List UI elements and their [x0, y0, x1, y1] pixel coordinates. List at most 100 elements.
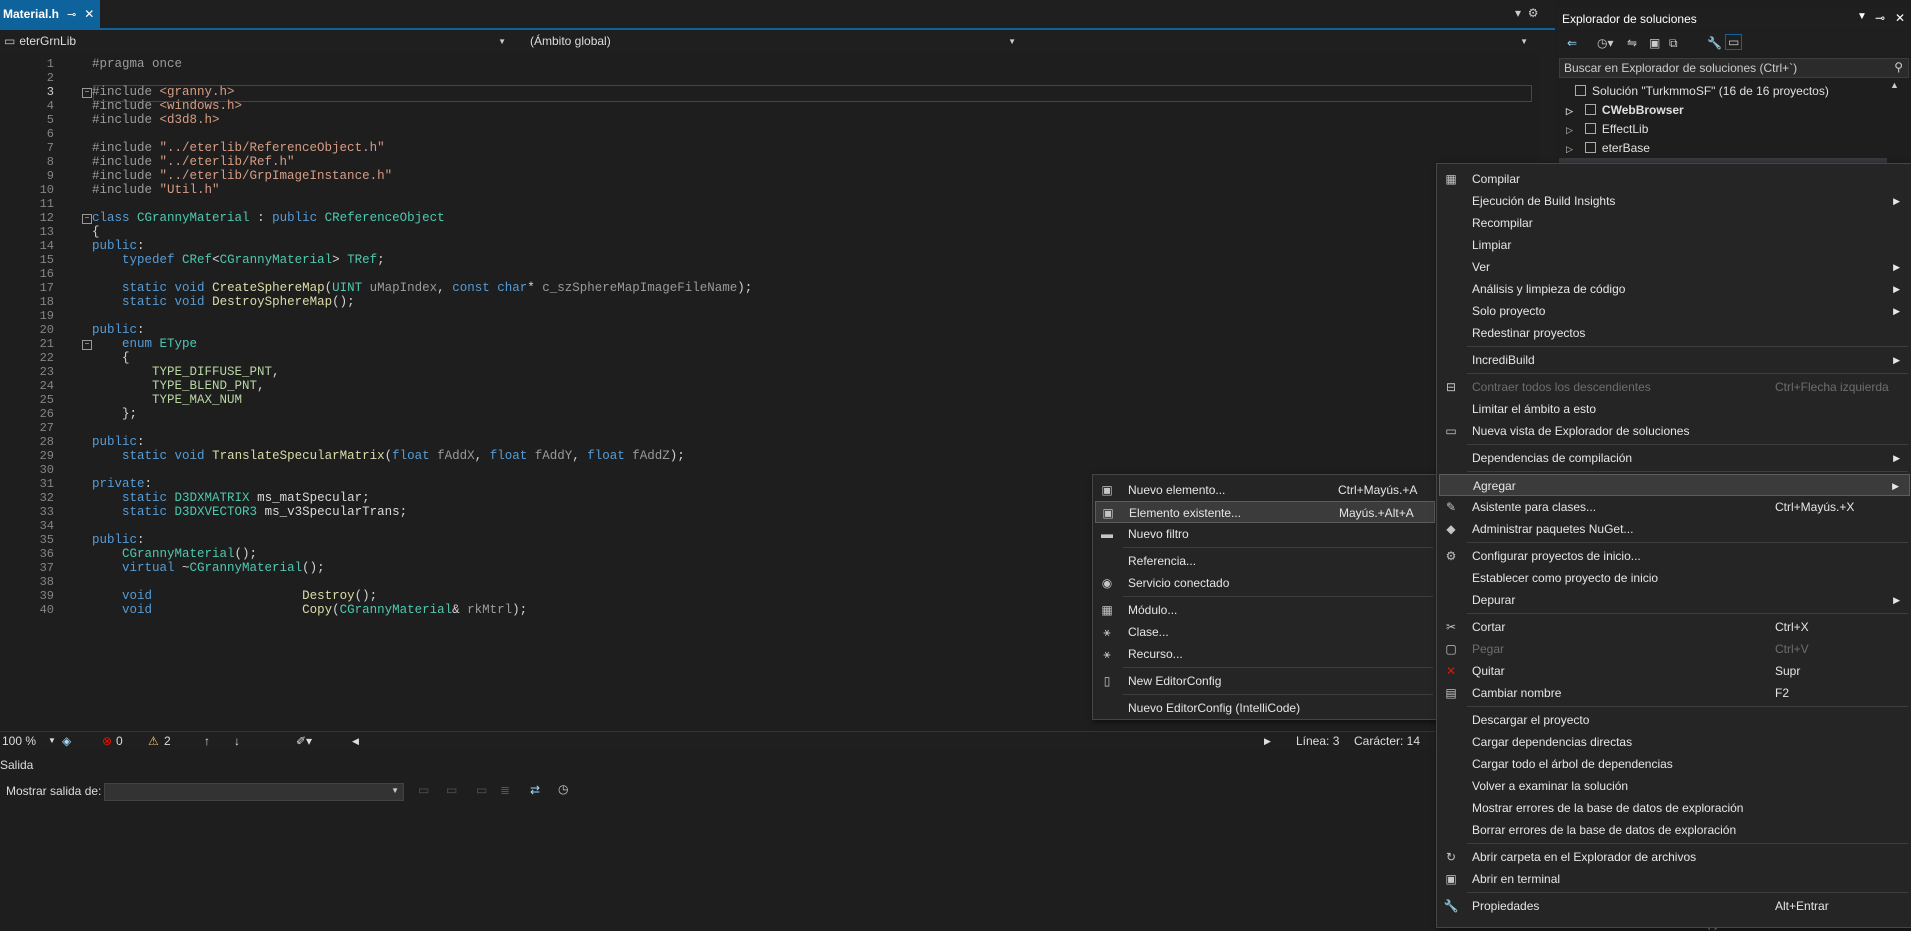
- code-line[interactable]: public:: [92, 435, 145, 449]
- word-wrap-icon[interactable]: ⇄: [530, 783, 540, 797]
- code-line[interactable]: };: [92, 407, 137, 421]
- code-line[interactable]: #include "Util.h": [92, 183, 220, 197]
- menu-item-redestinar-proyectos[interactable]: Redestinar proyectos: [1439, 322, 1910, 344]
- code-line[interactable]: private:: [92, 477, 152, 491]
- menu-item-clase[interactable]: ⚹ Clase...: [1095, 621, 1435, 643]
- menu-item-solo-proyecto[interactable]: Solo proyecto ▶: [1439, 300, 1910, 322]
- code-line[interactable]: #include "../eterlib/Ref.h": [92, 155, 295, 169]
- chevron-down-icon[interactable]: ▼: [1857, 11, 1867, 22]
- menu-item-cargar-dependencias-directas[interactable]: Cargar dependencias directas: [1439, 731, 1910, 753]
- warning-count[interactable]: 2: [164, 734, 171, 748]
- pin-icon[interactable]: ⊸: [1875, 11, 1885, 25]
- prev-message-icon[interactable]: ▭: [446, 783, 457, 797]
- close-icon[interactable]: ✕: [84, 7, 94, 21]
- chevron-right-icon[interactable]: ▷: [1566, 106, 1573, 116]
- code-line[interactable]: #include <granny.h>: [92, 85, 235, 99]
- code-line[interactable]: typedef CRef<CGrannyMaterial> TRef;: [92, 253, 385, 267]
- next-message-icon[interactable]: ▭: [476, 783, 487, 797]
- error-count[interactable]: 0: [116, 734, 123, 748]
- menu-item-establecer-como-proyecto-de-inicio[interactable]: Establecer como proyecto de inicio: [1439, 567, 1910, 589]
- menu-item-configurar-proyectos-de-inicio[interactable]: ⚙ Configurar proyectos de inicio...: [1439, 545, 1910, 567]
- wrench-icon[interactable]: 🔧: [1707, 36, 1722, 50]
- menu-item-borrar-errores-de-la-base-de-datos-de-exploracion[interactable]: Borrar errores de la base de datos de ex…: [1439, 819, 1910, 841]
- code-line[interactable]: CGrannyMaterial();: [92, 547, 257, 561]
- project-combo[interactable]: ▭ eterGrnLib ▼: [0, 32, 510, 50]
- menu-item-descargar-el-proyecto[interactable]: Descargar el proyecto: [1439, 709, 1910, 731]
- code-line[interactable]: static void TranslateSpecularMatrix(floa…: [92, 449, 685, 463]
- tree-item-project[interactable]: ▷ EffectLib: [1566, 122, 1648, 136]
- chevron-down-icon[interactable]: ▼: [48, 736, 56, 745]
- menu-item-asistente-para-clases[interactable]: ✎ Asistente para clases... Ctrl+Mayús.+X: [1439, 496, 1910, 518]
- sync-icon[interactable]: ⇋: [1627, 36, 1637, 50]
- scroll-right-icon[interactable]: ▶: [1264, 736, 1271, 747]
- code-line[interactable]: class CGrannyMaterial : public CReferenc…: [92, 211, 445, 225]
- code-line[interactable]: static D3DXVECTOR3 ms_v3SpecularTrans;: [92, 505, 407, 519]
- menu-item-limpiar[interactable]: Limpiar: [1439, 234, 1910, 256]
- menu-item-dependencias-de-compilacion[interactable]: Dependencias de compilación ▶: [1439, 447, 1910, 469]
- code-line[interactable]: TYPE_BLEND_PNT,: [92, 379, 265, 393]
- code-line[interactable]: #include <windows.h>: [92, 99, 242, 113]
- menu-item-elemento-existente[interactable]: ▣ Elemento existente... Mayús.+Alt+A: [1095, 501, 1435, 523]
- menu-item-ejecucion-de-build-insights[interactable]: Ejecución de Build Insights ▶: [1439, 190, 1910, 212]
- code-line[interactable]: #include <d3d8.h>: [92, 113, 220, 127]
- menu-item-mostrar-errores-de-la-base-de-datos-de-exploracion[interactable]: Mostrar errores de la base de datos de e…: [1439, 797, 1910, 819]
- code-line[interactable]: TYPE_MAX_NUM: [92, 393, 242, 407]
- fold-toggle-icon[interactable]: −: [82, 88, 92, 98]
- solution-search-input[interactable]: Buscar en Explorador de soluciones (Ctrl…: [1559, 58, 1909, 78]
- code-line[interactable]: void Copy(CGrannyMaterial& rkMtrl);: [92, 603, 527, 617]
- code-line[interactable]: static void DestroySphereMap();: [92, 295, 355, 309]
- menu-item-abrir-carpeta-en-el-explorador-de-archivos[interactable]: ↻ Abrir carpeta en el Explorador de archi…: [1439, 846, 1910, 868]
- tree-item-project[interactable]: ▷ CWebBrowser: [1566, 103, 1684, 117]
- menu-item-cambiar-nombre[interactable]: ▤ Cambiar nombre F2: [1439, 682, 1910, 704]
- fold-toggle-icon[interactable]: −: [82, 340, 92, 350]
- menu-item-limitar-el-ambito-a-esto[interactable]: Limitar el ámbito a esto: [1439, 398, 1910, 420]
- arrow-down-icon[interactable]: ↓: [234, 734, 240, 748]
- menu-item-administrar-paquetes-nuget[interactable]: ◆ Administrar paquetes NuGet...: [1439, 518, 1910, 540]
- pin-icon[interactable]: ⊸: [67, 8, 76, 21]
- code-line[interactable]: static void CreateSphereMap(UINT uMapInd…: [92, 281, 752, 295]
- fold-toggle-icon[interactable]: −: [82, 214, 92, 224]
- menu-item-new-editorconfig[interactable]: ▯ New EditorConfig: [1095, 670, 1435, 692]
- scroll-left-icon[interactable]: ◀: [352, 736, 359, 747]
- code-line[interactable]: TYPE_DIFFUSE_PNT,: [92, 365, 280, 379]
- gear-icon[interactable]: ⚙: [1528, 6, 1539, 20]
- document-tab-material-h[interactable]: Material.h ⊸ ✕: [0, 0, 100, 28]
- code-line[interactable]: #include "../eterlib/ReferenceObject.h": [92, 141, 385, 155]
- search-icon[interactable]: ⚲: [1894, 60, 1903, 74]
- intellicode-icon[interactable]: ◈: [62, 734, 71, 748]
- menu-item-cortar[interactable]: ✂ Cortar Ctrl+X: [1439, 616, 1910, 638]
- chevron-down-icon[interactable]: ▾: [1515, 6, 1521, 20]
- menu-item-nuevo-filtro[interactable]: ▬ Nuevo filtro: [1095, 523, 1435, 545]
- menu-item-modulo[interactable]: ▦ Módulo...: [1095, 599, 1435, 621]
- menu-item-incredibuild[interactable]: IncrediBuild ▶: [1439, 349, 1910, 371]
- code-line[interactable]: #include "../eterlib/GrpImageInstance.h": [92, 169, 392, 183]
- menu-item-referencia[interactable]: Referencia...: [1095, 550, 1435, 572]
- find-message-icon[interactable]: ▭: [418, 783, 429, 797]
- output-source-combo[interactable]: ▼: [104, 783, 404, 801]
- menu-item-recompilar[interactable]: Recompilar: [1439, 212, 1910, 234]
- menu-item-ver[interactable]: Ver ▶: [1439, 256, 1910, 278]
- code-line[interactable]: #pragma once: [92, 57, 182, 71]
- chevron-right-icon[interactable]: ▷: [1566, 125, 1573, 135]
- member-combo[interactable]: ▼: [1022, 32, 1532, 50]
- menu-item-servicio-conectado[interactable]: ◉ Servicio conectado: [1095, 572, 1435, 594]
- close-icon[interactable]: ✕: [1895, 11, 1905, 25]
- timestamp-icon[interactable]: ◷: [558, 782, 568, 796]
- menu-item-propiedades[interactable]: 🔧 Propiedades Alt+Entrar: [1439, 895, 1910, 917]
- code-line[interactable]: public:: [92, 323, 145, 337]
- menu-item-quitar[interactable]: ✕ Quitar Supr: [1439, 660, 1910, 682]
- clear-all-icon[interactable]: ≣: [500, 783, 510, 797]
- menu-item-nuevo-editorconfig-intellicode[interactable]: Nuevo EditorConfig (IntelliCode): [1095, 697, 1435, 719]
- tab-overflow-controls[interactable]: ▾ ⚙: [1515, 6, 1538, 20]
- output-text-area[interactable]: [0, 804, 1555, 931]
- code-line[interactable]: void Destroy();: [92, 589, 377, 603]
- zoom-level[interactable]: 100 %: [2, 734, 36, 748]
- collapse-all-icon[interactable]: ▣: [1649, 36, 1660, 50]
- code-line[interactable]: public:: [92, 533, 145, 547]
- history-icon[interactable]: ◷▾: [1597, 36, 1614, 50]
- menu-item-cargar-todo-el-arbol-de-dependencias[interactable]: Cargar todo el árbol de dependencias: [1439, 753, 1910, 775]
- menu-item-nueva-vista-de-explorador-de-soluciones[interactable]: ▭ Nueva vista de Explorador de soluciones: [1439, 420, 1910, 442]
- brush-icon[interactable]: ✐▾: [296, 734, 312, 748]
- scroll-up-icon[interactable]: ▲: [1890, 80, 1899, 90]
- code-line[interactable]: {: [92, 351, 130, 365]
